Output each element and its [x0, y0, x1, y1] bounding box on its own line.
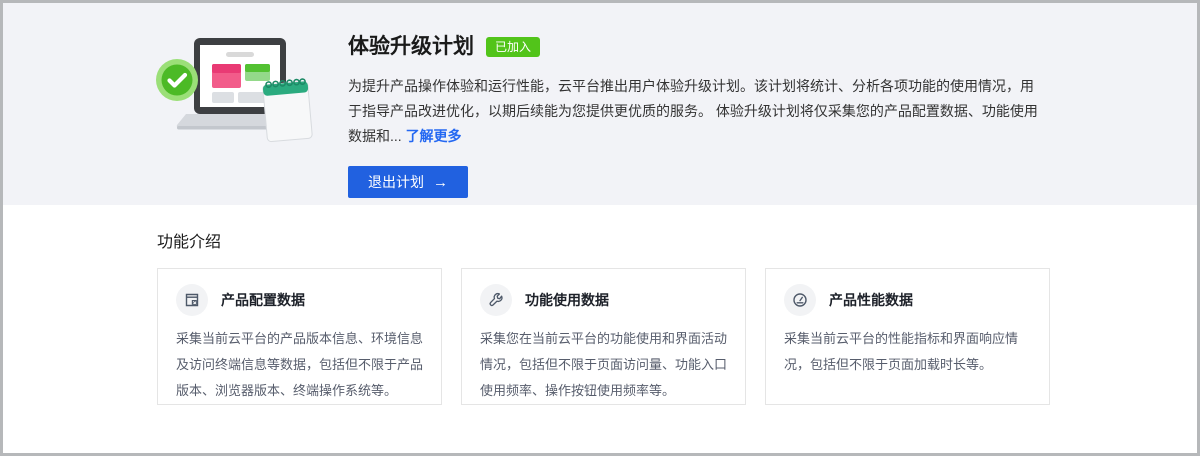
learn-more-link[interactable]: 了解更多 — [406, 128, 462, 144]
card-title: 产品性能数据 — [829, 290, 913, 310]
plan-description: 为提升产品操作体验和运行性能，云平台推出用户体验升级计划。该计划将统计、分析各项… — [348, 74, 1043, 149]
card-feature-usage-data: 功能使用数据 采集您在当前云平台的功能使用和界面活动情况，包括但不限于页面访问量… — [461, 268, 746, 405]
card-description: 采集您在当前云平台的功能使用和界面活动情况，包括但不限于页面访问量、功能入口使用… — [480, 326, 727, 404]
exit-plan-button-label: 退出计划 — [368, 172, 424, 192]
card-title: 产品配置数据 — [221, 290, 305, 310]
features-section: 功能介绍 产品配置数据 采集当前云平台的产品版本信息、环境信息及访问终 — [3, 205, 1197, 405]
exit-plan-button[interactable]: 退出计划 → — [348, 166, 468, 198]
product-config-icon — [176, 284, 208, 316]
card-description: 采集当前云平台的性能指标和界面响应情况，包括但不限于页面加载时长等。 — [784, 326, 1031, 378]
card-description: 采集当前云平台的产品版本信息、环境信息及访问终端信息等数据，包括但不限于产品版本… — [176, 326, 423, 404]
wrench-icon — [480, 284, 512, 316]
hero-banner: 体验升级计划 已加入 为提升产品操作体验和运行性能，云平台推出用户体验升级计划。… — [3, 3, 1197, 205]
card-title: 功能使用数据 — [525, 290, 609, 310]
card-product-performance-data: 产品性能数据 采集当前云平台的性能指标和界面响应情况，包括但不限于页面加载时长等… — [765, 268, 1050, 405]
laptop-checkmark-illustration — [148, 25, 316, 151]
arrow-right-icon: → — [433, 175, 448, 190]
page-title: 体验升级计划 — [348, 33, 474, 61]
gauge-icon — [784, 284, 816, 316]
joined-status-badge: 已加入 — [486, 37, 540, 57]
checkmark-badge-graphic — [156, 59, 198, 101]
experience-upgrade-page: 体验升级计划 已加入 为提升产品操作体验和运行性能，云平台推出用户体验升级计划。… — [0, 0, 1200, 456]
notepad-graphic — [262, 79, 312, 142]
card-product-config-data: 产品配置数据 采集当前云平台的产品版本信息、环境信息及访问终端信息等数据，包括但… — [157, 268, 442, 405]
features-section-title: 功能介绍 — [157, 228, 1197, 252]
feature-cards: 产品配置数据 采集当前云平台的产品版本信息、环境信息及访问终端信息等数据，包括但… — [157, 268, 1197, 405]
hero-content: 体验升级计划 已加入 为提升产品操作体验和运行性能，云平台推出用户体验升级计划。… — [348, 33, 1048, 198]
